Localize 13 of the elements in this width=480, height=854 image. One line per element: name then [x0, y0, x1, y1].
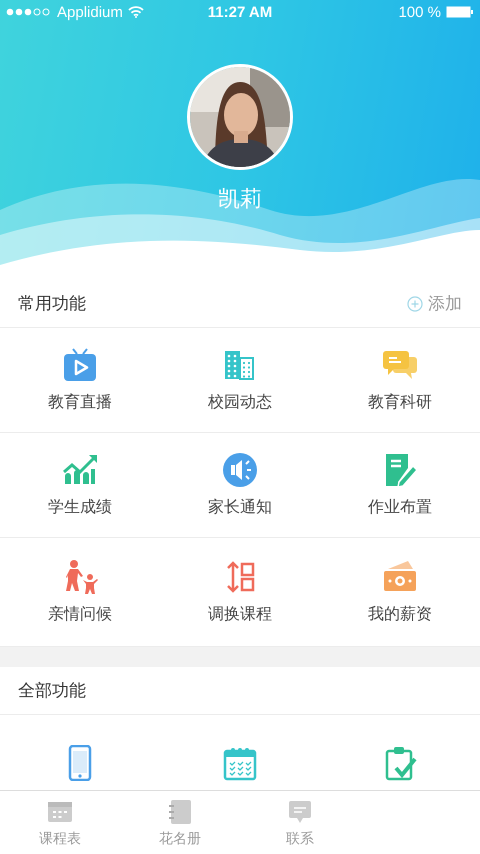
notebook-icon — [166, 798, 194, 826]
signal-dots-icon — [6, 8, 52, 16]
battery-icon — [446, 6, 474, 18]
section-title: 常用功能 — [18, 293, 86, 315]
battery-percent: 100 % — [398, 4, 441, 20]
section-title: 全部功能 — [18, 680, 86, 702]
speaker-icon — [222, 452, 258, 488]
user-name: 凯莉 — [218, 186, 262, 214]
plus-icon — [407, 296, 423, 312]
tv-icon — [62, 347, 98, 383]
carrier-name: Applidium — [57, 4, 123, 20]
wifi-icon — [128, 6, 144, 18]
status-time: 11:27 AM — [208, 4, 272, 20]
